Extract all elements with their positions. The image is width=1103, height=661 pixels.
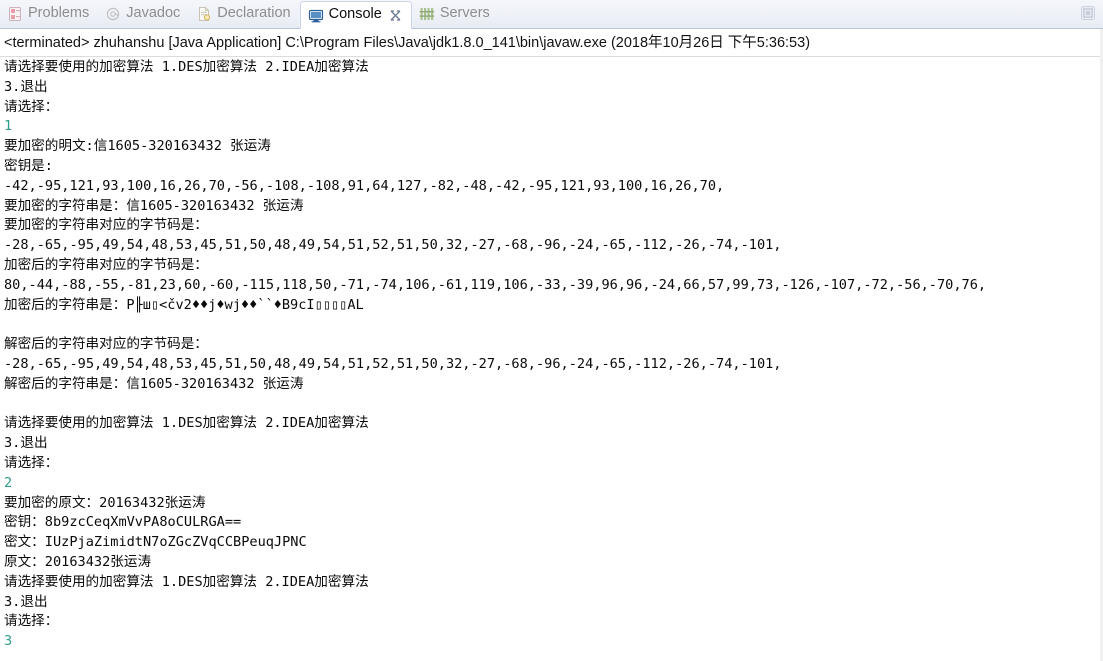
console-view[interactable]: <terminated> zhuhanshu [Java Application… (0, 29, 1103, 661)
console-output-line: 要加密的字符串对应的字节码是： (4, 217, 208, 234)
console-output-line: 要加密的明文:信1605-320163432 张运涛 (4, 138, 271, 155)
console-output-line: 加密后的字符串对应的字节码是： (4, 256, 208, 273)
tab-servers[interactable]: Servers (412, 0, 499, 28)
console-output-line: -42,-95,121,93,100,16,26,70,-56,-108,-10… (4, 177, 725, 194)
console-output-line: -28,-65,-95,49,54,48,53,45,51,50,48,49,5… (4, 237, 782, 254)
console-input-line: 1 (4, 118, 13, 135)
javadoc-icon (105, 6, 121, 22)
console-output-line: 原文：20163432张运涛 (4, 553, 152, 570)
tab-label: Declaration (217, 4, 291, 21)
console-output-line: 请选择： (4, 613, 59, 630)
console-output-line: 加密后的字符串是：P╟ш▯<čv2♦♦j♦wj♦♦``♦B9cI▯▯▯▯AL (4, 296, 364, 313)
console-output-line: 3.退出 (4, 593, 48, 610)
console-output-line: 80,-44,-88,-55,-81,23,60,-60,-115,118,50… (4, 276, 987, 293)
view-tab-bar: Problems Javadoc Declaration Console Ser… (0, 0, 1103, 29)
console-output-line: 解密后的字符串对应的字节码是： (4, 336, 208, 353)
console-output-line: 解密后的字符串是：信1605-320163432 张运涛 (4, 375, 304, 392)
console-output-line: 要加密的原文：20163432张运涛 (4, 494, 206, 511)
servers-icon (419, 6, 435, 22)
tab-label: Problems (28, 4, 90, 21)
maximize-restore-icon[interactable] (1079, 4, 1097, 22)
console-output-line: 密文：IUzPjaZimidtN7oZGcZVqCCBPeuqJPNC (4, 534, 307, 551)
console-output-line: 请选择： (4, 98, 59, 115)
console-output-line: 请选择要使用的加密算法 1.DES加密算法 2.IDEA加密算法 (4, 573, 369, 590)
console-output-line: 请选择要使用的加密算法 1.DES加密算法 2.IDEA加密算法 (4, 415, 369, 432)
console-output-line: -28,-65,-95,49,54,48,53,45,51,50,48,49,5… (4, 355, 782, 372)
problems-icon (7, 6, 23, 22)
tab-console[interactable]: Console (299, 1, 412, 29)
console-output-line: 密钥：8b9zcCeqXmVvPA8oCULRGA== (4, 514, 242, 531)
tab-label: Servers (439, 4, 490, 21)
console-icon (308, 8, 324, 24)
console-output-line: 要加密的字符串是：信1605-320163432 张运涛 (4, 197, 304, 214)
tab-problems[interactable]: Problems (0, 0, 98, 28)
tab-label: Javadoc (126, 4, 181, 21)
console-input-line: 3 (4, 633, 13, 650)
console-output[interactable]: 请选择要使用的加密算法 1.DES加密算法 2.IDEA加密算法 3.退出 请选择：… (0, 57, 1103, 652)
console-output-line: 3.退出 (4, 435, 48, 452)
tab-declaration[interactable]: Declaration (189, 0, 299, 28)
close-icon[interactable] (389, 9, 402, 22)
tab-javadoc[interactable]: Javadoc (98, 0, 189, 28)
declaration-icon (196, 6, 212, 22)
console-output-line: 密钥是: (4, 157, 53, 174)
console-output-line: 3.退出 (4, 78, 48, 95)
console-process-header: <terminated> zhuhanshu [Java Application… (4, 35, 811, 51)
console-output-line: 请选择要使用的加密算法 1.DES加密算法 2.IDEA加密算法 (4, 59, 369, 75)
tab-label: Console (328, 6, 382, 23)
console-output-line: 请选择： (4, 454, 59, 471)
console-input-line: 2 (4, 474, 13, 491)
